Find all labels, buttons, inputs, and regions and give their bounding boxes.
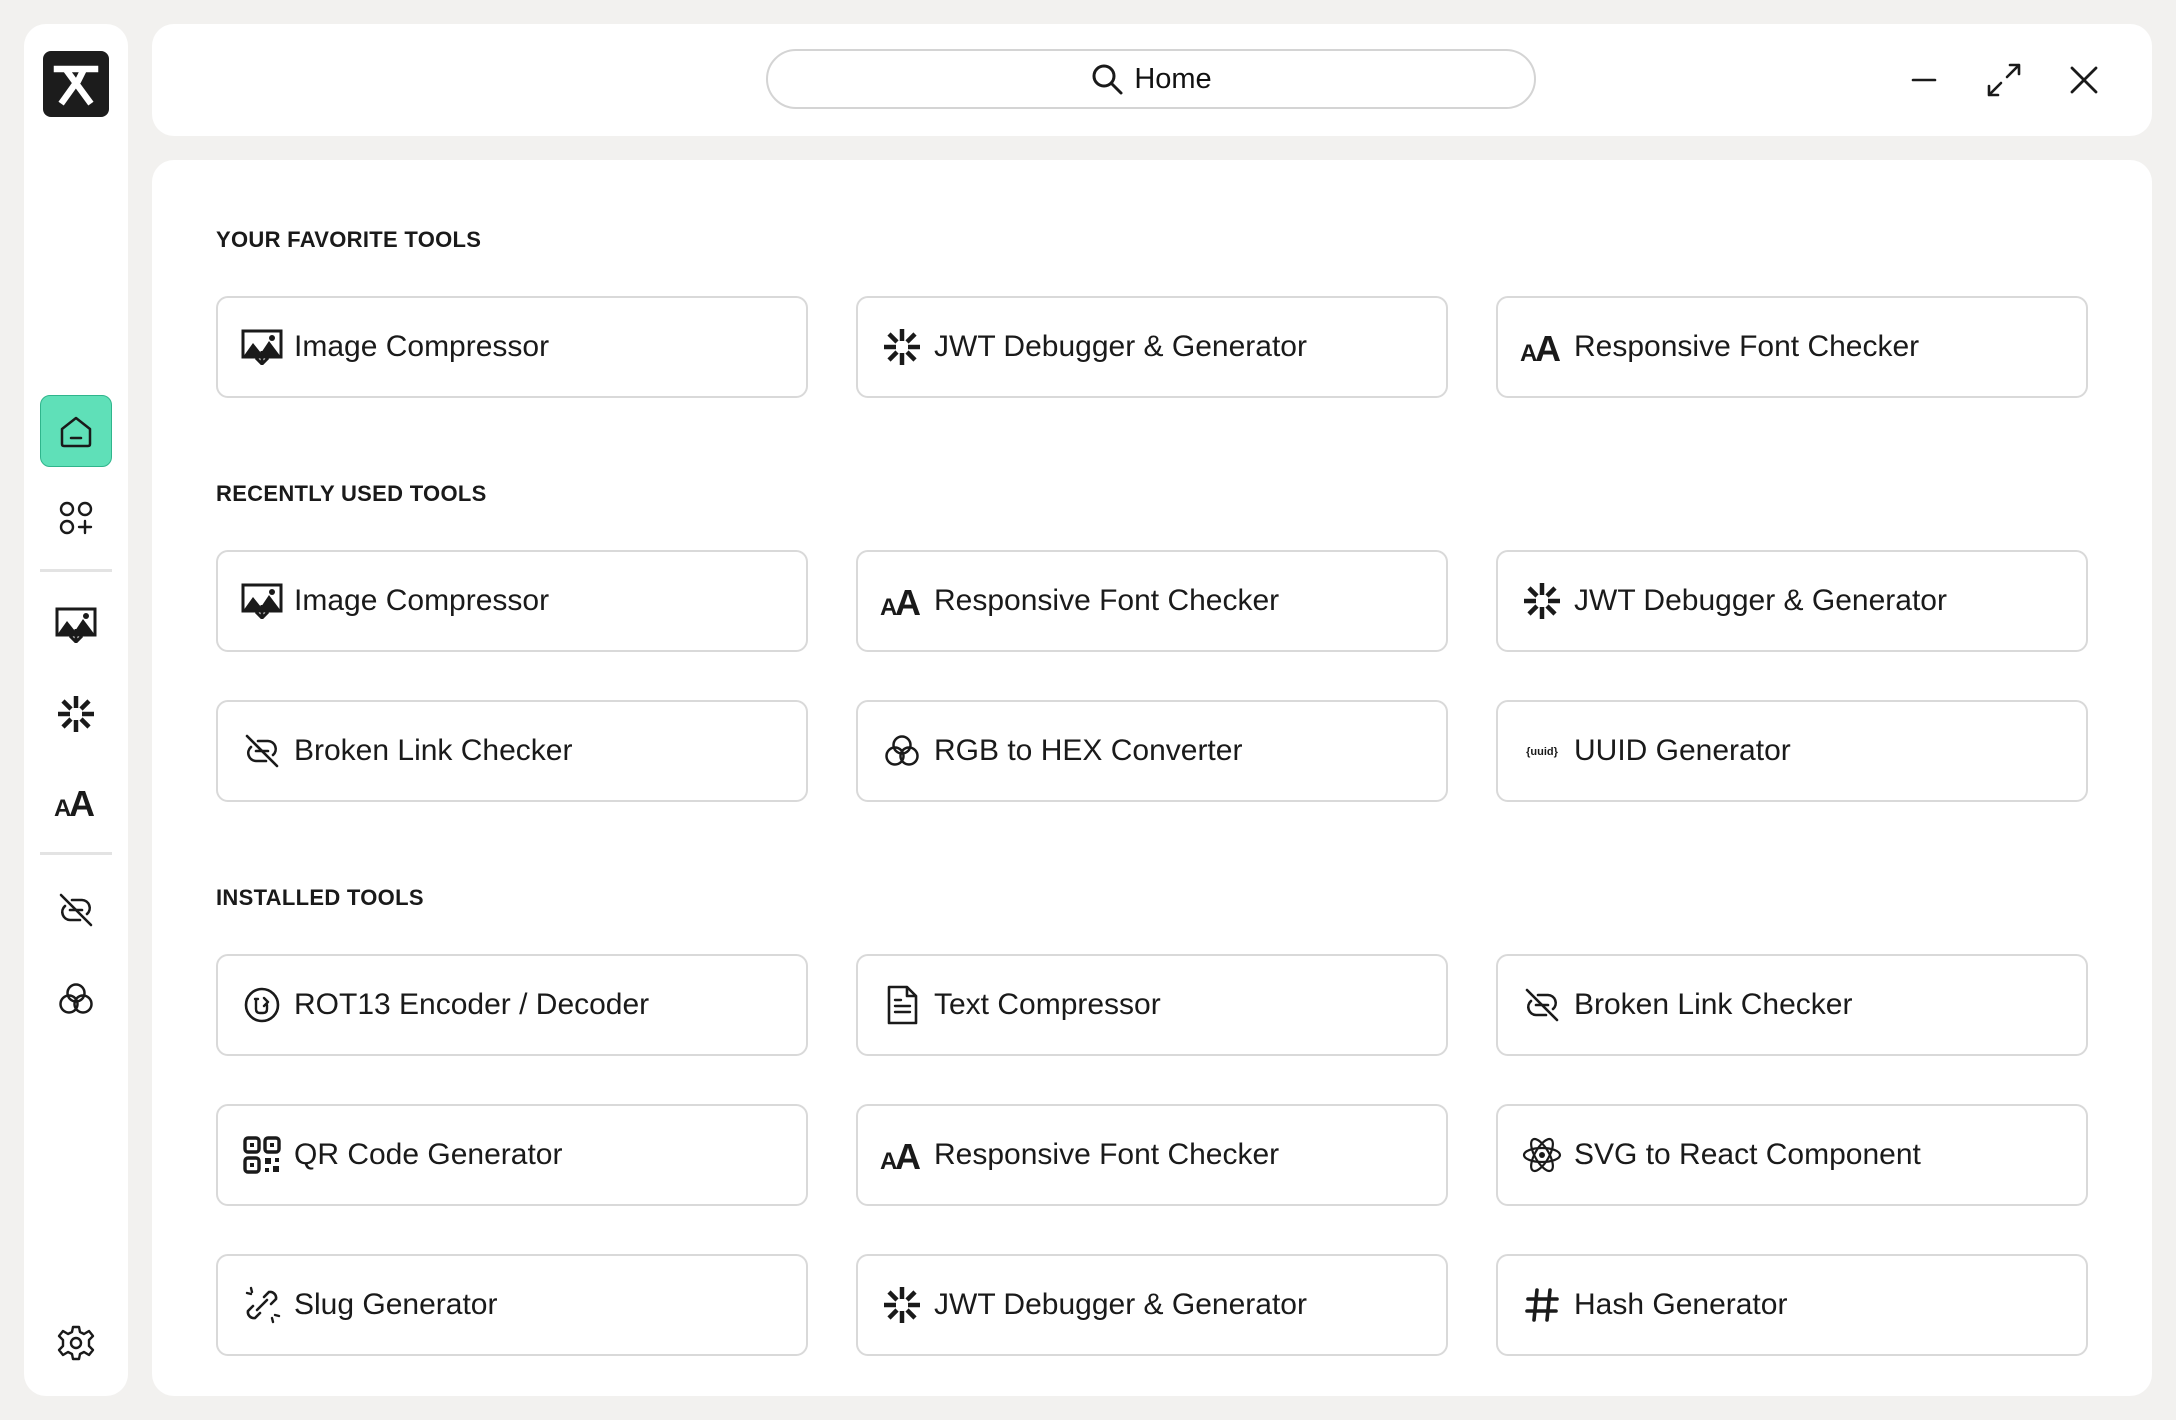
gear-icon (57, 1325, 95, 1361)
sidebar-item-add-tools[interactable] (40, 482, 112, 554)
home-icon (60, 416, 92, 448)
tool-card[interactable]: {uuid} UUID Generator (1496, 700, 2088, 802)
tool-card-label: JWT Debugger & Generator (934, 330, 1307, 363)
app-logo[interactable] (43, 51, 109, 117)
tool-card-label: Broken Link Checker (1574, 988, 1853, 1021)
sidebar-item-broken-link-checker[interactable] (40, 874, 112, 946)
tool-card[interactable]: SVG to React Component (1496, 1104, 2088, 1206)
qr-code-icon (240, 1133, 284, 1177)
tool-card-label: Image Compressor (294, 330, 550, 363)
react-icon (1520, 1133, 1564, 1177)
close-button[interactable] (2056, 52, 2112, 108)
svg-text:A: A (895, 1137, 921, 1173)
tool-card[interactable]: A A Responsive Font Checker (1496, 296, 2088, 398)
font-icon: A A (54, 784, 95, 820)
tool-card[interactable]: JWT Debugger & Generator (856, 1254, 1448, 1356)
tool-card-label: Slug Generator (294, 1288, 498, 1321)
font-icon: AA (880, 1133, 924, 1177)
tool-card[interactable]: Slug Generator (216, 1254, 808, 1356)
main-content: YOUR FAVORITE TOOLS RECENTLY USED TOOLS … (152, 160, 2152, 1396)
sidebar-item-rgb-to-hex[interactable] (40, 963, 112, 1035)
tool-card[interactable]: ROT13 Encoder / Decoder (216, 954, 808, 1056)
jwt-icon (1520, 579, 1564, 623)
svg-text:A: A (1535, 329, 1561, 365)
rgb-icon (59, 983, 93, 1014)
apps-add-icon (59, 501, 93, 535)
jwt-icon (58, 696, 94, 732)
rot13-icon (240, 983, 284, 1027)
broken-link-icon (59, 893, 93, 927)
tool-card-label: Responsive Font Checker (934, 1138, 1280, 1171)
slug-icon (240, 1283, 284, 1327)
image-icon (240, 325, 284, 369)
tool-card-label: Responsive Font Checker (934, 584, 1280, 617)
title-bar: Home (152, 24, 2152, 136)
tool-card[interactable]: JWT Debugger & Generator (856, 296, 1448, 398)
tool-card[interactable]: A A Responsive Font Checker (856, 1104, 1448, 1206)
image-icon (55, 607, 97, 643)
tool-card-label: Image Compressor (294, 584, 550, 617)
tool-card-label: UUID Generator (1574, 734, 1791, 767)
tool-card[interactable]: Broken Link Checker (1496, 954, 2088, 1056)
close-icon (2070, 66, 2098, 94)
font-icon: AA (1520, 325, 1564, 369)
tool-card[interactable]: Hash Generator (1496, 1254, 2088, 1356)
font-icon: AA (880, 579, 924, 623)
rgb-icon (880, 729, 924, 773)
broken-link-icon (240, 729, 284, 773)
tool-card[interactable]: RGB to HEX Converter (856, 700, 1448, 802)
tool-card-label: JWT Debugger & Generator (1574, 584, 1947, 617)
minimize-button[interactable] (1896, 52, 1952, 108)
tool-card[interactable]: QR Code Generator (216, 1104, 808, 1206)
sidebar-item-settings[interactable] (40, 1307, 112, 1379)
tool-card-label: Broken Link Checker (294, 734, 573, 767)
tool-card[interactable]: Broken Link Checker (216, 700, 808, 802)
tool-card[interactable]: A A Responsive Font Checker (856, 550, 1448, 652)
svg-text:A: A (69, 784, 95, 820)
search-bar[interactable]: Home (766, 49, 1536, 109)
sidebar-divider (40, 852, 112, 855)
jwt-icon (880, 1283, 924, 1327)
tool-card[interactable]: Image Compressor (216, 550, 808, 652)
tool-card-label: QR Code Generator (294, 1138, 563, 1171)
maximize-button[interactable] (1976, 52, 2032, 108)
tool-card-label: JWT Debugger & Generator (934, 1288, 1307, 1321)
expand-icon (1987, 63, 2021, 97)
jwt-icon (880, 325, 924, 369)
section-title-favorites: YOUR FAVORITE TOOLS (216, 227, 482, 252)
sidebar: A A (24, 24, 128, 1396)
hash-icon (1520, 1283, 1564, 1327)
section-title-recent: RECENTLY USED TOOLS (216, 481, 487, 506)
tool-card-label: ROT13 Encoder / Decoder (294, 988, 650, 1021)
tool-card-label: Hash Generator (1574, 1288, 1788, 1321)
sidebar-item-font-checker[interactable]: A A (40, 766, 112, 838)
search-icon (1092, 64, 1123, 95)
tool-card-label: Responsive Font Checker (1574, 330, 1920, 363)
app-window: A A Home YOUR FAVORITE TOOLS RECENTLY US… (0, 0, 2176, 1420)
minimize-icon (1911, 78, 1937, 82)
search-label: Home (1134, 62, 1212, 95)
tool-card-label: Text Compressor (934, 988, 1161, 1021)
tool-card-label: SVG to React Component (1574, 1138, 1921, 1171)
tool-card-label: RGB to HEX Converter (934, 734, 1243, 767)
section-title-installed: INSTALLED TOOLS (216, 885, 424, 910)
broken-link-icon (1520, 983, 1564, 1027)
uuid-icon: {uuid} (1520, 729, 1564, 773)
sidebar-divider (40, 569, 112, 572)
svg-text:A: A (895, 583, 921, 619)
logo-icon (53, 65, 99, 106)
image-icon (240, 579, 284, 623)
sidebar-item-image-compressor[interactable] (40, 589, 112, 661)
svg-text:{uuid}: {uuid} (1526, 746, 1558, 758)
sidebar-item-home[interactable] (40, 395, 112, 467)
tool-card[interactable]: JWT Debugger & Generator (1496, 550, 2088, 652)
tool-card[interactable]: Image Compressor (216, 296, 808, 398)
sidebar-item-jwt-debugger[interactable] (40, 678, 112, 750)
tool-card[interactable]: Text Compressor (856, 954, 1448, 1056)
document-icon (880, 983, 924, 1027)
